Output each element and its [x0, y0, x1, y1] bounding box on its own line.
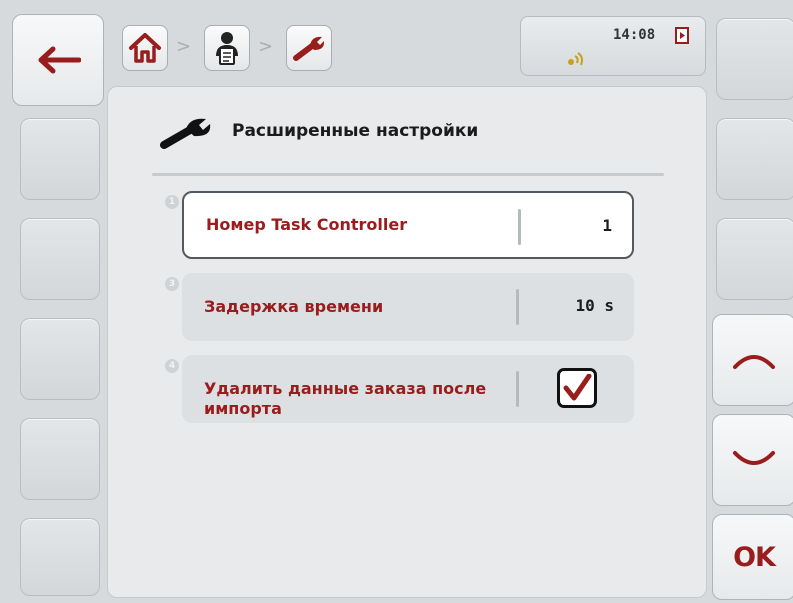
- list-item-time-delay[interactable]: Задержка времени 10 s: [182, 273, 634, 341]
- breadcrumb-task-controller[interactable]: [204, 25, 250, 71]
- value-separator: [518, 209, 521, 245]
- wrench-icon: [293, 36, 325, 61]
- gps-signal-icon: [568, 52, 583, 66]
- softkey-right-2[interactable]: [716, 118, 793, 200]
- item-label: Удалить данные заказа после импорта: [204, 379, 487, 418]
- home-icon: [129, 33, 161, 63]
- softkey-left-4[interactable]: [20, 418, 100, 500]
- softkey-left-2[interactable]: [20, 218, 100, 300]
- breadcrumb-separator: >: [258, 36, 274, 57]
- item-label: Номер Task Controller: [206, 215, 408, 234]
- breadcrumb-separator: >: [176, 36, 192, 57]
- softkey-right-3[interactable]: [716, 218, 793, 300]
- softkey-right-1[interactable]: [716, 18, 793, 100]
- chevron-down-icon: [733, 451, 775, 465]
- clock-time: 14:08: [613, 27, 656, 43]
- list-item-task-controller-number[interactable]: Номер Task Controller 1: [182, 191, 634, 259]
- scroll-down-button[interactable]: [712, 414, 793, 506]
- item-label: Задержка времени: [204, 297, 384, 316]
- value-separator: [516, 289, 519, 325]
- back-arrow-icon: [38, 46, 81, 74]
- ok-button[interactable]: OK: [712, 514, 793, 600]
- ok-button-label: OK: [733, 541, 776, 573]
- softkey-left-3[interactable]: [20, 318, 100, 400]
- delete-after-import-checkbox[interactable]: [557, 368, 597, 408]
- wrench-icon: [160, 118, 211, 149]
- divider: [152, 173, 664, 176]
- chevron-up-icon: [733, 355, 775, 369]
- checkmark-icon: [563, 374, 592, 401]
- back-button[interactable]: [12, 14, 104, 106]
- breadcrumb-settings[interactable]: [286, 25, 332, 71]
- item-value: 1: [602, 216, 612, 235]
- item-value: 10 s: [575, 296, 614, 315]
- softkey-left-1[interactable]: [20, 118, 100, 200]
- scroll-up-button[interactable]: [712, 314, 793, 406]
- main-panel: Расширенные настройки 1 Номер Task Contr…: [107, 86, 707, 598]
- list-item-delete-order-data[interactable]: Удалить данные заказа после импорта: [182, 355, 634, 423]
- value-separator: [516, 371, 519, 407]
- item-index: 3: [165, 277, 179, 291]
- memory-card-icon: [675, 27, 689, 44]
- page-title: Расширенные настройки: [232, 121, 479, 141]
- softkey-left-5[interactable]: [20, 518, 100, 596]
- item-index: 4: [165, 359, 179, 373]
- task-controller-icon: [216, 32, 238, 65]
- status-panel: 14:08: [520, 16, 706, 76]
- breadcrumb-home[interactable]: [122, 25, 168, 71]
- item-index: 1: [165, 195, 179, 209]
